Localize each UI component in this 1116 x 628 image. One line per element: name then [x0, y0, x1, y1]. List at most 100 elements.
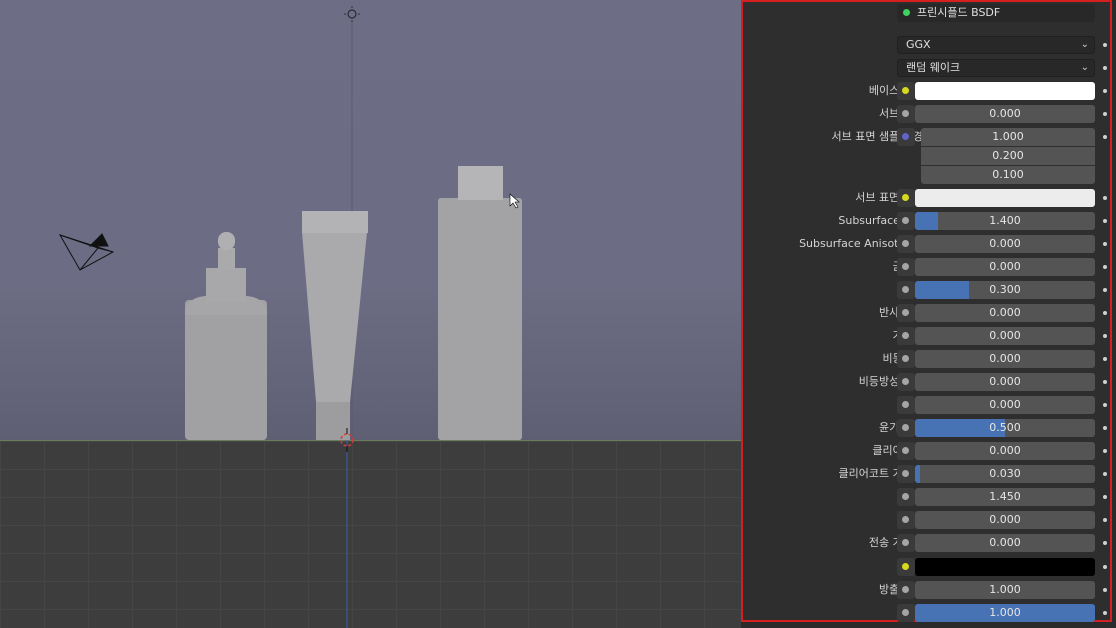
socket-button[interactable] — [897, 442, 915, 460]
color-socket-icon — [902, 87, 909, 94]
ior-row: IOR1.450 — [743, 487, 1110, 507]
sheen-row: 윤기0.000 — [743, 395, 1110, 415]
decorator-dot[interactable] — [1103, 588, 1107, 592]
socket-button[interactable] — [897, 534, 915, 552]
clearcoat-field[interactable]: 0.000 — [915, 442, 1095, 460]
subsurface-method-value: 랜덤 웨이크 — [906, 61, 961, 74]
socket-button[interactable] — [897, 488, 915, 506]
decorator-dot[interactable] — [1103, 380, 1107, 384]
metallic-field[interactable]: 0.000 — [915, 258, 1095, 276]
transmission-row: 전달0.000 — [743, 510, 1110, 530]
sheen-tint-field[interactable]: 0.500 — [915, 419, 1095, 437]
value-socket-icon — [902, 493, 909, 500]
radius-y-value: 0.200 — [992, 149, 1024, 162]
socket-button[interactable] — [897, 581, 915, 599]
subsurface-ior-field[interactable]: 1.400 — [915, 212, 1095, 230]
decorator-dot[interactable] — [1103, 449, 1107, 453]
decorator-dot[interactable] — [1103, 89, 1107, 93]
material-properties-panel: 표면 프린시플드 BSDF GGX ⌄ 랜덤 웨이크 ⌄ 베이스 컬러 서브 표… — [741, 0, 1112, 622]
socket-button[interactable] — [897, 128, 915, 146]
base-color-swatch[interactable] — [915, 82, 1095, 100]
decorator-dot[interactable] — [1103, 242, 1107, 246]
trans-rough-row: 전송 거칠기 0.000 — [743, 533, 1110, 553]
clearcoat-rough-field[interactable]: 0.030 — [915, 465, 1095, 483]
socket-button[interactable] — [897, 465, 915, 483]
socket-button[interactable] — [897, 281, 915, 299]
decorator-dot[interactable] — [1103, 565, 1107, 569]
row-value: 0.000 — [989, 237, 1021, 250]
emission-strength-field[interactable]: 1.000 — [915, 581, 1095, 599]
subsurface-aniso-field[interactable]: 0.000 — [915, 235, 1095, 253]
socket-button[interactable] — [897, 419, 915, 437]
socket-button[interactable] — [897, 189, 915, 207]
socket-button[interactable] — [897, 511, 915, 529]
decorator-dot[interactable] — [1103, 472, 1107, 476]
3d-viewport[interactable] — [0, 0, 741, 628]
value-socket-icon — [902, 447, 909, 454]
socket-button[interactable] — [897, 212, 915, 230]
emission-row: 방출 — [743, 557, 1110, 577]
chevron-down-icon: ⌄ — [1080, 62, 1089, 73]
socket-button[interactable] — [897, 304, 915, 322]
socket-button[interactable] — [897, 82, 915, 100]
decorator-dot[interactable] — [1103, 426, 1107, 430]
socket-button[interactable] — [897, 558, 915, 576]
shader-socket-icon — [903, 9, 910, 16]
decorator-dot[interactable] — [1103, 66, 1107, 70]
specular-field[interactable]: 0.300 — [915, 281, 1095, 299]
subsurface-field[interactable]: 0.000 — [915, 105, 1095, 123]
decorator-dot[interactable] — [1103, 135, 1107, 139]
socket-button[interactable] — [897, 258, 915, 276]
decorator-dot[interactable] — [1103, 357, 1107, 361]
roughness-field[interactable]: 0.000 — [915, 327, 1095, 345]
subsurface-radius-row: 서브 표면 샘플 반경 1.000 0.200 0.100 — [743, 127, 1110, 187]
radius-z-field[interactable]: 0.100 — [921, 166, 1095, 184]
socket-button[interactable] — [897, 327, 915, 345]
row-value: 0.000 — [989, 536, 1021, 549]
decorator-dot[interactable] — [1103, 196, 1107, 200]
decorator-dot[interactable] — [1103, 334, 1107, 338]
socket-button[interactable] — [897, 350, 915, 368]
decorator-dot[interactable] — [1103, 265, 1107, 269]
decorator-dot[interactable] — [1103, 311, 1107, 315]
decorator-dot[interactable] — [1103, 495, 1107, 499]
decorator-dot[interactable] — [1103, 541, 1107, 545]
surface-shader-field[interactable]: 프린시플드 BSDF — [897, 4, 1095, 22]
socket-button[interactable] — [897, 373, 915, 391]
decorator-dot[interactable] — [1103, 112, 1107, 116]
decorator-dot[interactable] — [1103, 219, 1107, 223]
transmission-field[interactable]: 0.000 — [915, 511, 1095, 529]
radius-y-field[interactable]: 0.200 — [921, 147, 1095, 165]
sheen-field[interactable]: 0.000 — [915, 396, 1095, 414]
subsurface-color-swatch[interactable] — [915, 189, 1095, 207]
socket-button[interactable] — [897, 235, 915, 253]
value-socket-icon — [902, 424, 909, 431]
aniso-rotation-field[interactable]: 0.000 — [915, 373, 1095, 391]
specular-tint-field[interactable]: 0.000 — [915, 304, 1095, 322]
distribution-dropdown[interactable]: GGX ⌄ — [897, 36, 1095, 54]
distribution-row: GGX ⌄ — [743, 35, 1110, 55]
trans-rough-field[interactable]: 0.000 — [915, 534, 1095, 552]
decorator-dot[interactable] — [1103, 403, 1107, 407]
decorator-dot[interactable] — [1103, 288, 1107, 292]
row-value: 0.000 — [989, 329, 1021, 342]
decorator-dot[interactable] — [1103, 611, 1107, 615]
value-socket-icon — [902, 240, 909, 247]
radius-x-field[interactable]: 1.000 — [921, 128, 1095, 146]
socket-button[interactable] — [897, 604, 915, 622]
dropper-bottle — [185, 232, 267, 440]
subsurface-ior-row: Subsurface IOR 1.400 — [743, 211, 1110, 231]
socket-button[interactable] — [897, 396, 915, 414]
socket-button[interactable] — [897, 105, 915, 123]
roughness-row: 거칠기0.000 — [743, 326, 1110, 346]
chevron-down-icon: ⌄ — [1080, 39, 1089, 50]
anisotropic-field[interactable]: 0.000 — [915, 350, 1095, 368]
decorator-dot[interactable] — [1103, 518, 1107, 522]
subsurface-method-dropdown[interactable]: 랜덤 웨이크 ⌄ — [897, 59, 1095, 77]
alpha-field[interactable]: 1.000 — [915, 604, 1095, 622]
sheen-tint-row: 윤기 틴트0.500 — [743, 418, 1110, 438]
value-socket-icon — [902, 401, 909, 408]
ior-field[interactable]: 1.450 — [915, 488, 1095, 506]
decorator-dot[interactable] — [1103, 43, 1107, 47]
emission-color-swatch[interactable] — [915, 558, 1095, 576]
